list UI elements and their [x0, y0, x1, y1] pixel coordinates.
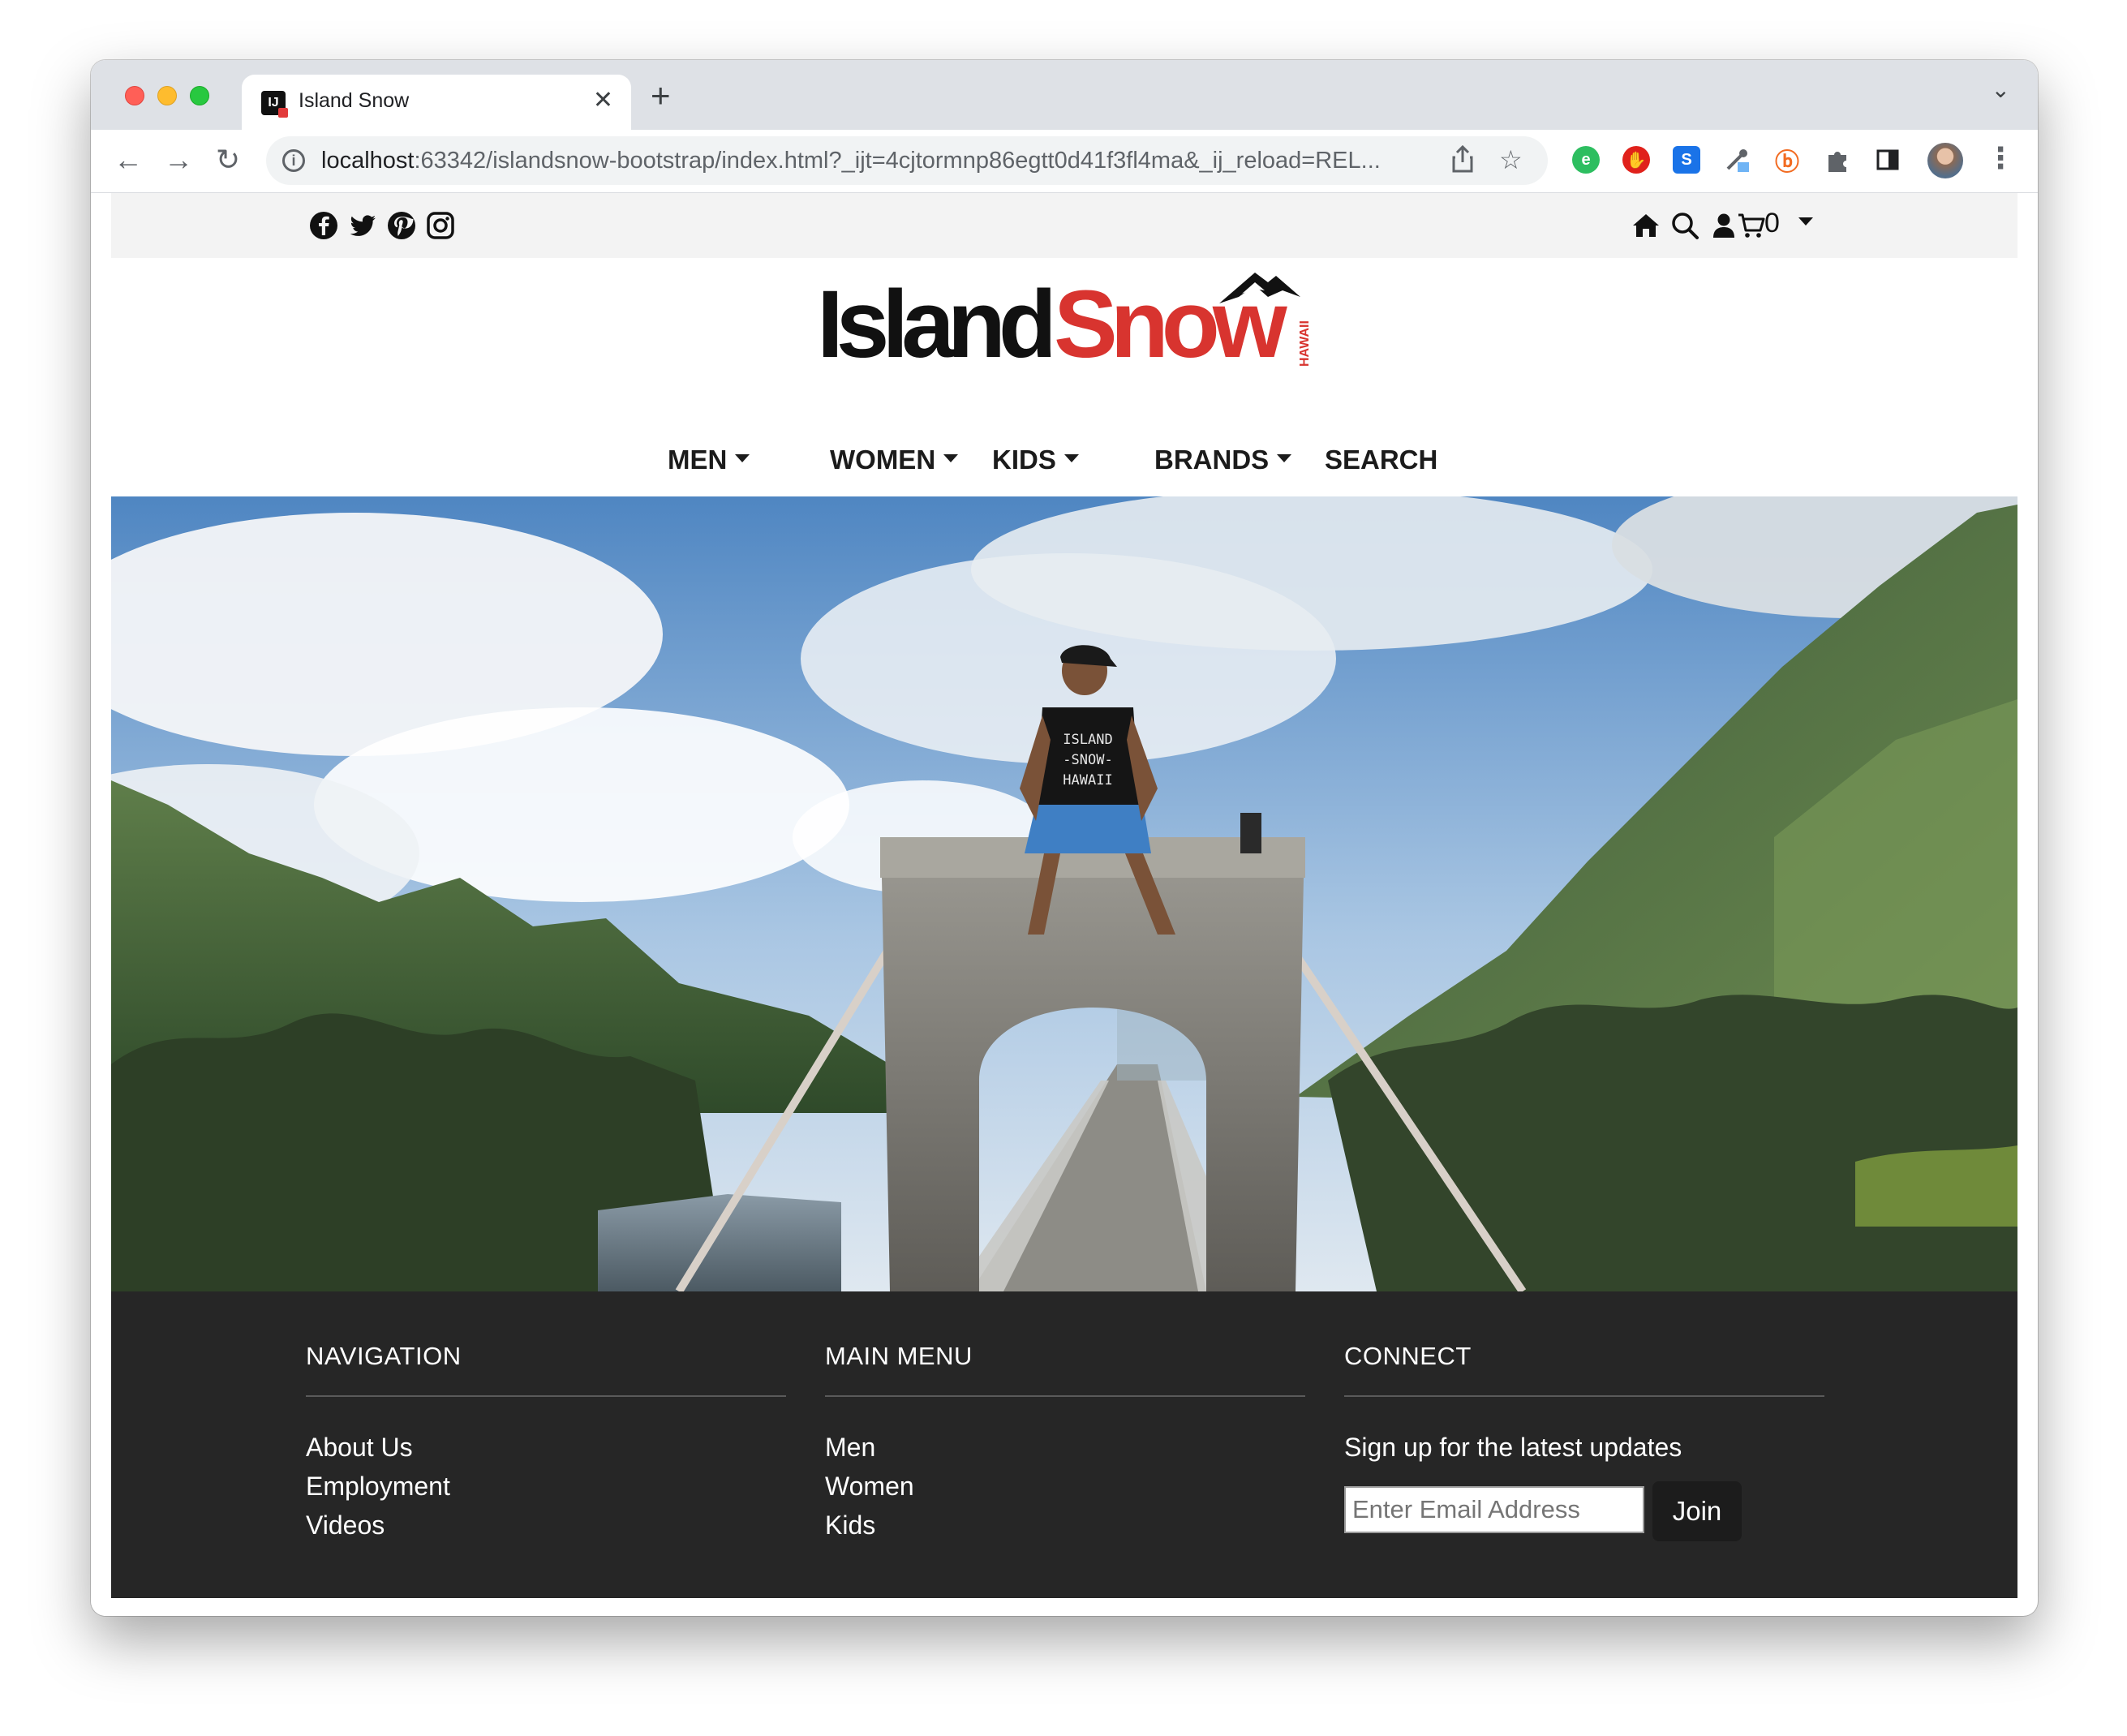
page-viewport: 0 Island Snow HAWAII MEN WOMEN KIDS BRAN…	[111, 193, 2017, 1605]
tab-title: Island Snow	[299, 89, 410, 112]
back-arrow-icon[interactable]: ←	[114, 143, 143, 177]
footer-divider	[306, 1395, 786, 1397]
nav-brands-label: BRANDS	[1154, 445, 1270, 475]
instagram-icon[interactable]	[426, 211, 455, 240]
reload-icon[interactable]: ↻	[216, 143, 240, 177]
footer-main-menu-column: MAIN MENU Men Women Kids	[825, 1342, 1305, 1545]
user-icon[interactable]	[1711, 211, 1737, 240]
facebook-icon[interactable]	[309, 211, 338, 240]
nav-kids[interactable]: KIDS	[992, 445, 1079, 480]
browser-menu-icon[interactable]: ⋮	[1986, 141, 2015, 175]
close-window-button[interactable]	[125, 86, 144, 105]
eyedropper-extension-icon[interactable]	[1723, 146, 1751, 174]
nav-women-caret-icon	[943, 454, 959, 463]
url-path: :63342/islandsnow-bootstrap/index.html?_…	[414, 148, 1381, 174]
nav-women-label: WOMEN	[830, 445, 936, 475]
extensions-puzzle-icon[interactable]	[1824, 146, 1851, 174]
footer-link-videos[interactable]: Videos	[306, 1506, 786, 1545]
footer-connect-heading: CONNECT	[1344, 1342, 1472, 1370]
cart-icon[interactable]	[1737, 211, 1766, 240]
nav-kids-caret-icon	[1064, 454, 1079, 463]
nav-kids-label: KIDS	[992, 445, 1056, 475]
bookmark-star-icon[interactable]: ☆	[1499, 144, 1523, 175]
utility-bar: 0	[111, 193, 2017, 258]
footer-link-women[interactable]: Women	[825, 1467, 1305, 1506]
site-info-icon[interactable]: i	[282, 149, 305, 172]
shirt-text-3: HAWAII	[1063, 772, 1112, 789]
tab-close-icon[interactable]: ✕	[593, 86, 613, 114]
footer-link-kids[interactable]: Kids	[825, 1506, 1305, 1545]
url-text[interactable]: localhost:63342/islandsnow-bootstrap/ind…	[321, 148, 1381, 174]
footer-divider	[1344, 1395, 1824, 1397]
nav-search[interactable]: SEARCH	[1325, 445, 1437, 480]
nav-search-label: SEARCH	[1325, 445, 1438, 475]
share-icon[interactable]	[1450, 144, 1475, 180]
b-extension-icon[interactable]: ⓑ	[1773, 146, 1801, 176]
email-field[interactable]	[1344, 1486, 1644, 1533]
adblock-extension-icon[interactable]: ✋	[1622, 146, 1650, 174]
search-icon[interactable]	[1670, 211, 1699, 240]
browser-toolbar: ← → ↻ i localhost:63342/islandsnow-boots…	[91, 130, 2038, 193]
nav-men-label: MEN	[668, 445, 728, 475]
footer-link-employment[interactable]: Employment	[306, 1467, 786, 1506]
tab-search-chevron-icon[interactable]: ⌄	[1992, 76, 2010, 103]
tab-strip: IJ Island Snow ✕ + ⌄	[91, 60, 2038, 130]
forward-arrow-icon[interactable]: →	[164, 143, 193, 177]
footer-main-menu-heading: MAIN MENU	[825, 1342, 973, 1370]
cart-dropdown-caret-icon[interactable]	[1798, 217, 1813, 226]
join-button[interactable]: Join	[1652, 1481, 1742, 1541]
twitter-icon[interactable]	[348, 211, 377, 240]
logo-tagline: HAWAII	[1298, 320, 1312, 367]
footer-link-about-us[interactable]: About Us	[306, 1428, 786, 1467]
shirt-text-2: -SNOW-	[1063, 752, 1112, 768]
new-tab-button[interactable]: +	[651, 76, 671, 115]
browser-window: IJ Island Snow ✕ + ⌄ ← → ↻ i localhost:6…	[91, 60, 2038, 1616]
maximize-window-button[interactable]	[190, 86, 209, 105]
cart-count[interactable]: 0	[1764, 208, 1780, 239]
logo-word-island: Island	[817, 271, 1051, 375]
nav-women[interactable]: WOMEN	[830, 445, 959, 480]
minimize-window-button[interactable]	[157, 86, 177, 105]
profile-avatar[interactable]	[1927, 143, 1963, 178]
site-footer: NAVIGATION About Us Employment Videos MA…	[111, 1291, 2017, 1598]
address-bar[interactable]: i localhost:63342/islandsnow-bootstrap/i…	[266, 136, 1548, 185]
footer-navigation-heading: NAVIGATION	[306, 1342, 462, 1370]
home-icon[interactable]	[1631, 211, 1661, 240]
nav-men-caret-icon	[735, 454, 750, 463]
pinterest-icon[interactable]	[387, 211, 416, 240]
nav-brands[interactable]: BRANDS	[1154, 445, 1292, 480]
tab-favicon-icon: IJ	[261, 91, 288, 118]
nav-brands-caret-icon	[1277, 454, 1292, 463]
footer-divider	[825, 1395, 1305, 1397]
shirt-text-1: ISLAND	[1063, 732, 1112, 748]
footer-navigation-column: NAVIGATION About Us Employment Videos	[306, 1342, 786, 1545]
footer-connect-column: CONNECT Sign up for the latest updates J…	[1344, 1342, 1824, 1585]
footer-link-men[interactable]: Men	[825, 1428, 1305, 1467]
nav-men[interactable]: MEN	[668, 445, 750, 480]
signup-text: Sign up for the latest updates	[1344, 1433, 1682, 1462]
url-host: localhost	[321, 148, 415, 174]
s-extension-icon[interactable]: S	[1673, 146, 1700, 174]
evernote-extension-icon[interactable]: e	[1572, 146, 1600, 174]
side-panel-icon[interactable]	[1874, 146, 1901, 174]
island-snow-logo[interactable]: Island Snow HAWAII	[817, 261, 1320, 375]
browser-tab[interactable]: IJ Island Snow ✕	[242, 75, 631, 130]
hero-image: ISLAND -SNOW- HAWAII	[111, 496, 2017, 1291]
